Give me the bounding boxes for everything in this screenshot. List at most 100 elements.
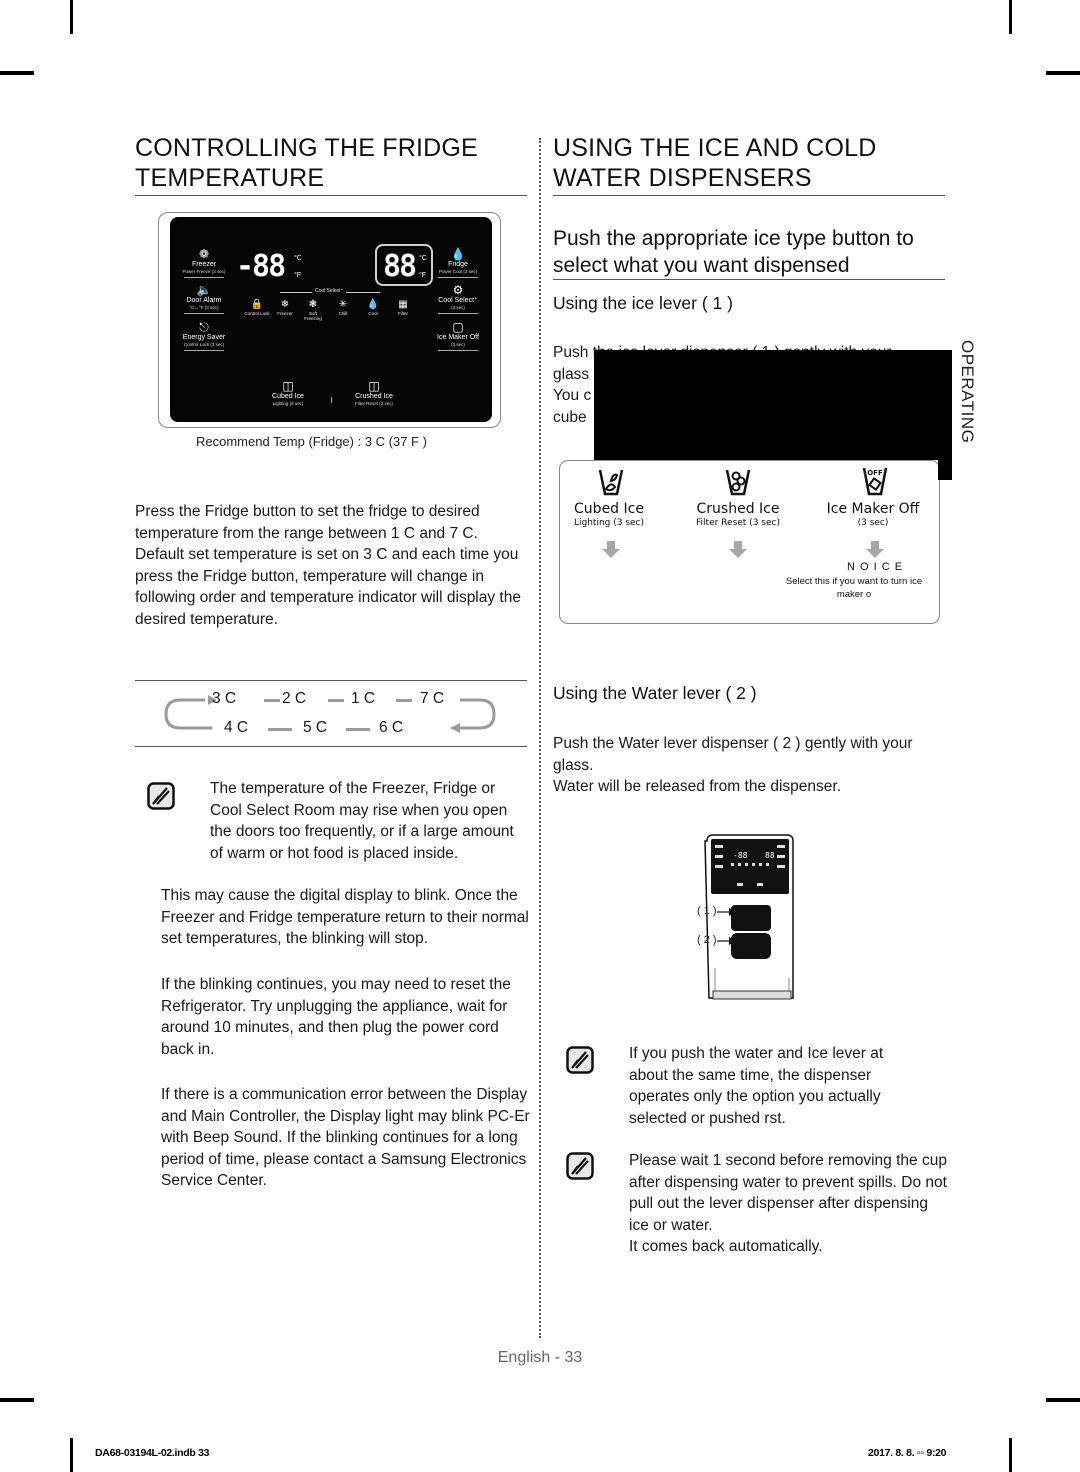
ice-option-crushed[interactable]: Crushed Ice Filter Reset (3 sec) [678,501,798,529]
fridge-temp-display: 88 [383,249,417,284]
button-sublabel: Lighting (3 sec) [272,401,304,406]
seq-temp: 3 C [212,690,237,707]
ice-option-maker-off[interactable]: Ice Maker Off (3 sec) [813,501,933,529]
title-line: CONTROLLING THE FRIDGE [135,134,478,162]
cubed-ice-button[interactable]: ◫ Cubed Ice Lighting (3 sec) [256,379,320,407]
note-simultaneous-levers: If you push the water and Ice lever at a… [629,1045,884,1127]
dispenser-illustration: -88 88 [704,834,794,1000]
button-label: Fridge [448,261,468,268]
button-label: Cool Select⁺ [438,297,478,304]
recommend-temp-caption: Recommend Temp (Fridge) : 3 C (37 F ) [196,434,427,449]
subheading-rule [553,279,945,280]
arrow-head-right [450,723,460,733]
option-name: Ice Maker Off [826,501,920,517]
speaker-icon: 🔈 [196,283,212,297]
button-sublabel: (3 sec) [451,305,465,310]
svg-text:OFF: OFF [867,469,883,477]
down-arrow-icon [602,541,620,558]
indicator-label: Chill [338,311,348,316]
crop-mark [1046,1398,1080,1402]
seq-temp: 2 C [282,690,307,707]
loop-arrow-left [164,698,212,730]
panel-separator [331,397,332,403]
ice-lever-heading: Using the ice lever ( 1 ) [553,293,733,313]
callout-arrows [717,908,736,945]
heading-rule [553,195,945,196]
indicator-control-lock: 🔒 Control Lock [244,299,270,316]
no-ice-label: N O I C E [846,561,904,573]
ice-option-cubed[interactable]: Cubed Ice Lighting (3 sec) [549,501,669,529]
seq-temp: 5 C [303,719,328,736]
text-fragment: Push [553,344,589,361]
indicator-chill: ✳ Chill [330,299,356,316]
note-icon [566,1152,594,1180]
crop-mark [0,71,34,75]
ice-maker-off-button[interactable]: ▢ Ice Maker Off (3 sec) [426,320,490,351]
crop-mark [70,1438,73,1472]
door-alarm-button[interactable]: 🔈 Door Alarm °C↔°F (3 sec) [172,283,236,314]
button-sublabel: °C↔°F (3 sec) [189,305,219,310]
note-icon [566,1046,594,1074]
section-title-fridge-temp: CONTROLLING THE FRIDGE TEMPERATURE [135,133,478,193]
option-sub: (3 sec) [857,518,889,528]
crushed-ice-button[interactable]: ◫ Crushed Ice Filter Reset (3 sec) [342,379,406,407]
cubed-ice-icon [598,469,624,496]
freezer-icon: ❄ [280,299,290,310]
no-ice-description: Select this if you want to turn ice make… [785,576,923,600]
ice-type-subheading: Push the appropriate ice type button to … [553,227,914,277]
button-label: Freezer [191,261,217,268]
paragraph: Please wait 1 second before removing the… [629,1152,947,1234]
button-sublabel: Power Cool (3 sec) [438,269,478,274]
column-divider [539,138,541,1338]
unit-celsius: °C [294,255,302,262]
button-sublabel: Power Freeze (3 sec) [182,269,226,274]
option-sub: Filter Reset (3 sec) [696,518,780,528]
fridge-button[interactable]: 💧 Fridge Power Cool (3 sec) [426,247,490,278]
seq-dash [346,728,370,731]
droplet-gear-icon: ⚙ [452,283,464,297]
indicator-soft-freezing: ❃ Soft Freezing [300,299,326,321]
crushed-ice-icon [725,469,751,496]
freezer-button[interactable]: ❁ Freezer Power Freeze (3 sec) [172,247,236,278]
indicator-label: Filter [398,311,408,316]
snowflake-icon: ❁ [198,247,210,261]
button-sublabel: Control Lock (3 sec) [183,342,225,347]
paragraph: Press the Fridge button to set the fridg… [135,503,480,542]
redaction-block [938,350,952,480]
seq-dash [396,699,412,702]
crop-mark [1009,0,1012,34]
paragraph: Default set temperature is set on 3 C an… [135,546,521,628]
button-label: Door Alarm [186,297,222,304]
cool-select-button[interactable]: ⚙ Cool Select⁺ (3 sec) [426,283,490,314]
indicator-freezer: ❄ Freezer [272,299,298,316]
heading-rule [135,195,527,196]
sequence-rule-top [135,680,527,681]
note-text: If there is a communication error betwee… [161,1086,530,1189]
page-number: English - 33 [497,1349,583,1366]
control-panel: ❁ Freezer Power Freeze (3 sec) 🔈 Door Al… [170,217,492,422]
filter-icon: ▦ [398,299,408,310]
down-arrow-icon [729,541,747,558]
paragraph: Water will be released from the dispense… [553,778,842,795]
crop-mark [0,1398,34,1402]
seq-dash [268,728,292,731]
note-text: If the blinking continues, you may need … [161,976,511,1058]
energy-saver-button[interactable]: ⎋ Energy Saver Control Lock (3 sec) [172,320,236,351]
seq-dash [328,699,344,702]
button-sublabel: (3 sec) [451,342,465,347]
plug-icon: ⎋ [199,320,209,334]
indicator-filter: ▦ Filter [390,299,416,316]
loop-arrow-right [456,698,496,730]
paragraph: Push the Water lever dispenser ( 2 ) gen… [553,735,913,774]
option-sub: Lighting (3 sec) [573,518,645,528]
water-lever-heading: Using the Water lever ( 2 ) [553,683,757,703]
title-line: TEMPERATURE [135,164,325,192]
cool-icon: 💧 [366,299,380,310]
crop-mark [1046,71,1080,75]
title-line: USING THE ICE AND COLD [553,134,877,162]
note-wait-one-second: Please wait 1 second before removing the… [629,1150,947,1258]
side-tab-operating: OPERATING [958,340,977,444]
cubed-ice-icon: ◫ [282,379,294,393]
svg-text:88: 88 [765,851,775,860]
button-sublabel: Filter Reset (3 sec) [354,401,393,406]
